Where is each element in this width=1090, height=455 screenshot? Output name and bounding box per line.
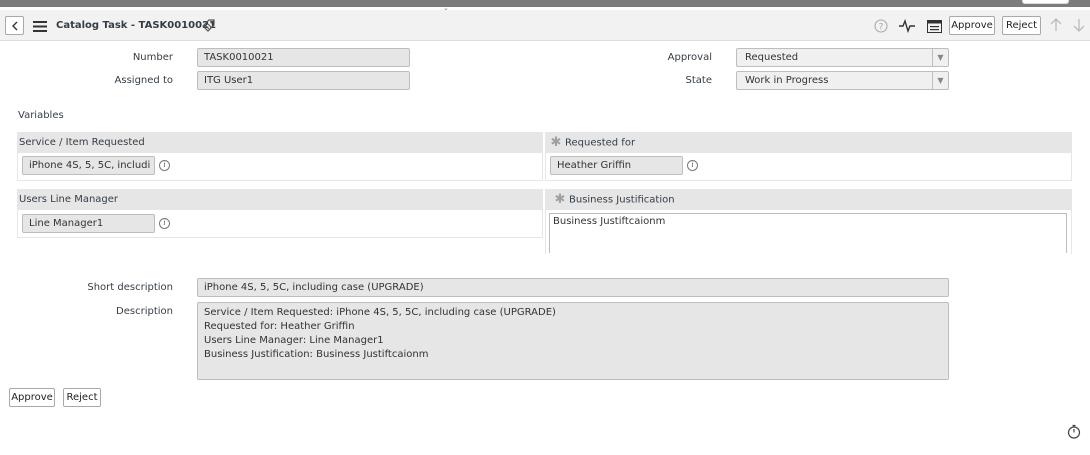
header-reject-button[interactable]: Reject <box>1002 16 1041 35</box>
form-header: Catalog Task - TASK0010021 ? Approve Rej… <box>0 10 1090 41</box>
line-manager-info-icon[interactable]: i <box>159 218 170 229</box>
approval-dropdown-icon: ▼ <box>932 49 948 66</box>
footer-approve-button[interactable]: Approve <box>9 388 55 407</box>
short-description-field[interactable]: iPhone 4S, 5, 5C, including case (UPGRAD… <box>197 278 949 297</box>
hamburger-menu-icon <box>33 20 47 32</box>
requested-for-info-icon[interactable]: i <box>687 160 698 171</box>
service-item-info-icon[interactable]: i <box>159 160 170 171</box>
context-menu-button[interactable] <box>32 19 48 33</box>
description-textarea[interactable]: Service / Item Requested: iPhone 4S, 5, … <box>197 302 949 380</box>
business-justification-label: Business Justification <box>569 194 675 206</box>
back-button[interactable] <box>5 16 24 35</box>
mandatory-asterisk-icon: ✱ <box>550 135 562 150</box>
number-field[interactable]: TASK0010021 <box>197 48 410 67</box>
variables-heading: Variables <box>18 110 64 121</box>
svg-text:?: ? <box>879 23 884 33</box>
assigned-to-field[interactable]: ITG User1 <box>197 71 410 90</box>
form-settings-icon <box>926 19 942 33</box>
browser-top-strip: ⌄ <box>0 0 1090 12</box>
stopwatch-icon <box>1067 424 1081 439</box>
description-label: Description <box>116 306 173 317</box>
header-approve-button[interactable]: Approve <box>949 16 995 35</box>
business-justification-textarea[interactable]: Business Justiftcaionm <box>549 213 1067 253</box>
assigned-to-label: Assigned to <box>114 75 173 86</box>
state-value: Work in Progress <box>745 75 829 86</box>
line-manager-field[interactable]: Line Manager1 <box>22 214 155 233</box>
help-circle-icon: ? <box>874 19 888 33</box>
requested-for-label: Requested for <box>565 137 636 149</box>
requested-for-header: ✱ Requested for <box>545 132 1072 153</box>
state-label: State <box>685 75 712 86</box>
arrow-up-icon <box>1050 18 1062 31</box>
form-settings-button[interactable] <box>925 18 943 34</box>
attachment-tag-icon <box>201 18 215 32</box>
response-time-button[interactable] <box>1066 423 1082 439</box>
description-line: Service / Item Requested: iPhone 4S, 5, … <box>204 307 556 318</box>
activity-button[interactable] <box>898 18 916 34</box>
page-title: Catalog Task - TASK0010021 <box>56 20 216 31</box>
business-justification-header: ✱ Business Justification <box>545 189 1072 210</box>
description-line: Business Justification: Business Justift… <box>204 349 429 360</box>
activity-pulse-icon <box>899 19 915 33</box>
mandatory-asterisk-icon: ✱ <box>554 192 566 207</box>
approval-value: Requested <box>745 52 799 63</box>
next-record-button[interactable] <box>1071 17 1087 33</box>
footer-reject-button[interactable]: Reject <box>63 388 101 407</box>
service-item-header: Service / Item Requested <box>17 132 543 153</box>
state-dropdown-icon: ▼ <box>932 72 948 89</box>
top-right-tab[interactable] <box>1022 0 1069 4</box>
service-item-field[interactable]: iPhone 4S, 5, 5C, includi <box>22 156 155 175</box>
attachment-tag-button[interactable] <box>200 17 216 33</box>
back-chevron-icon <box>11 21 17 30</box>
number-label: Number <box>132 52 173 63</box>
requested-for-field[interactable]: Heather Griffin <box>550 156 683 175</box>
approval-select[interactable]: Requested ▼ <box>736 48 949 67</box>
short-description-label: Short description <box>87 282 173 293</box>
description-line: Requested for: Heather Griffin <box>204 321 355 332</box>
arrow-down-icon <box>1073 19 1085 32</box>
previous-record-button[interactable] <box>1048 17 1064 33</box>
service-item-label: Service / Item Requested <box>19 137 145 148</box>
help-button[interactable]: ? <box>873 18 889 34</box>
state-select[interactable]: Work in Progress ▼ <box>736 71 949 90</box>
line-manager-label: Users Line Manager <box>19 194 119 205</box>
approval-label: Approval <box>667 52 712 63</box>
line-manager-header: Users Line Manager <box>17 189 543 210</box>
description-line: Users Line Manager: Line Manager1 <box>204 335 384 346</box>
